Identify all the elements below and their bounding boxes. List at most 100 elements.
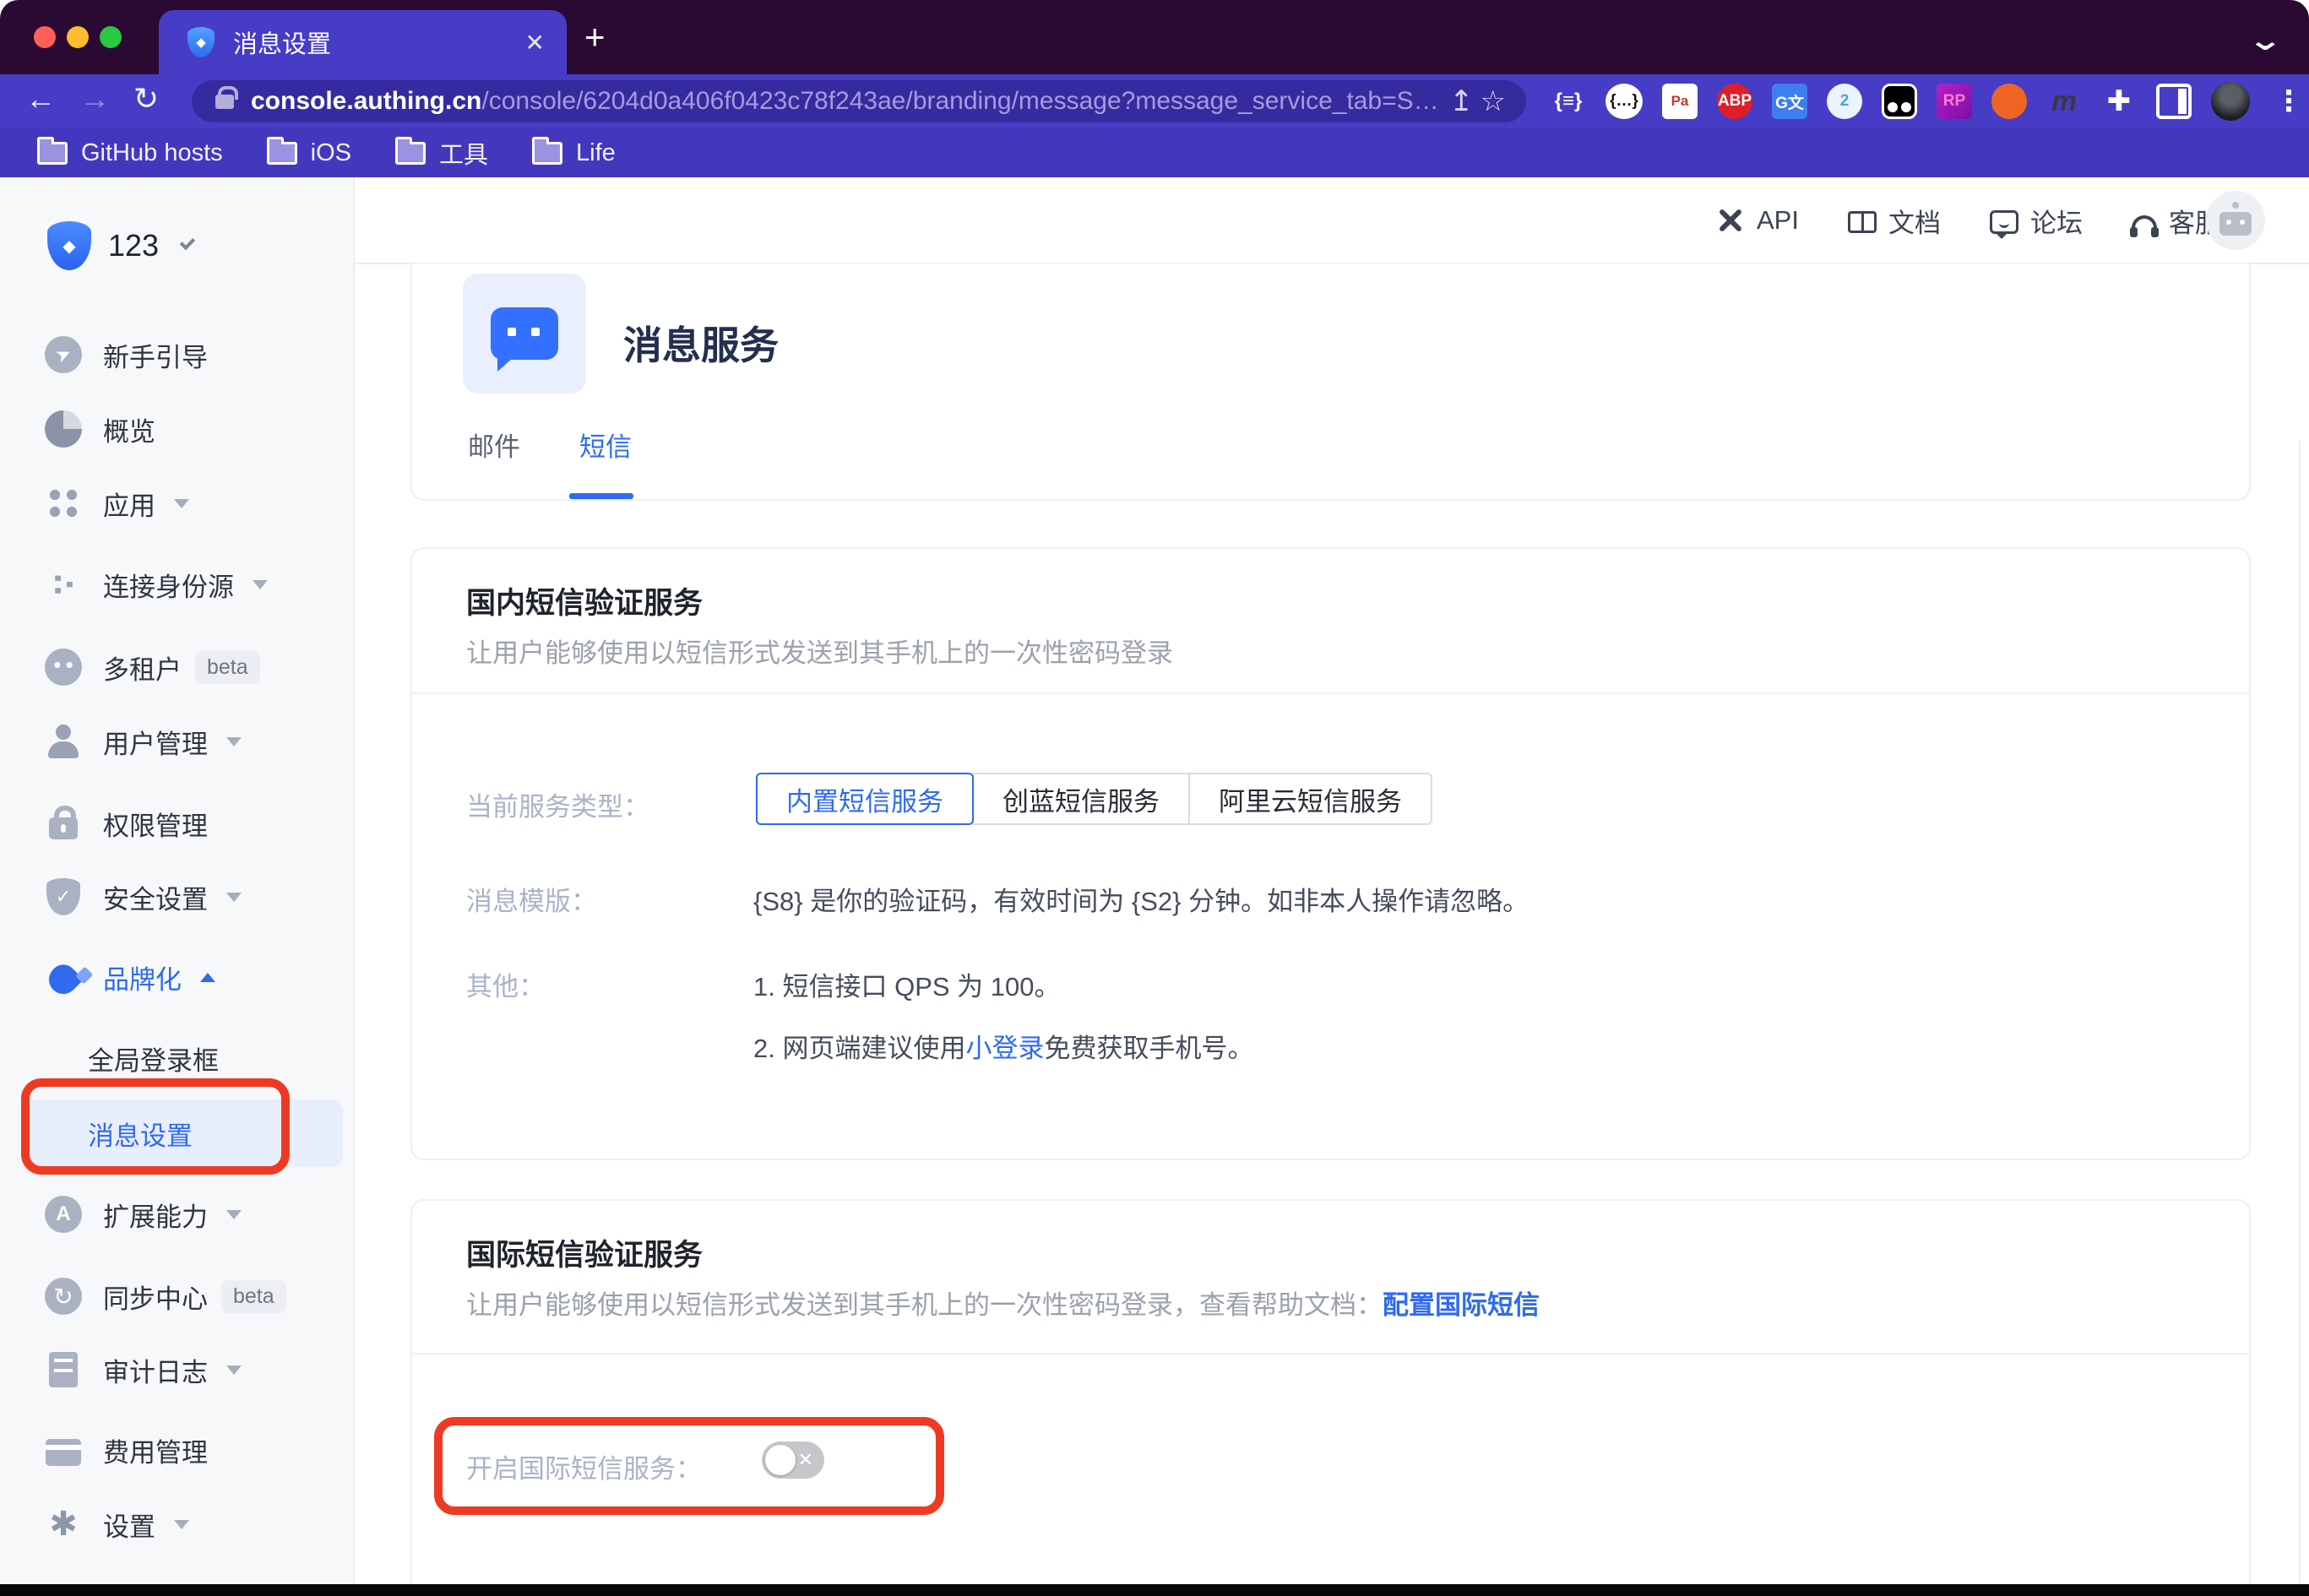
sidebar-item-guide[interactable]: ➤ 新手引导: [0, 329, 355, 380]
international-sms-toggle[interactable]: ✕: [762, 1441, 824, 1479]
page-header-panel: 消息服务 邮件 短信: [410, 263, 2251, 501]
bookmark-folder-ios[interactable]: iOS: [267, 139, 351, 167]
sidebar-item-user-management[interactable]: 用户管理: [0, 716, 355, 767]
url-bar[interactable]: console.authing.cn /console/6204d0a406f0…: [192, 80, 1526, 122]
other-item-qps: 1. 短信接口 QPS 为 100。: [753, 965, 1061, 1003]
workspace-switcher[interactable]: ◆ 123: [47, 221, 194, 270]
sidebar: ◆ 123 ➤ 新手引导 概览 应用 ∴ 连接身份源 多租户 beta: [0, 177, 355, 1584]
authing-favicon-shield-icon: ◆: [187, 27, 215, 57]
shield-check-icon: ✓: [44, 877, 83, 916]
bookmark-folder-tools[interactable]: 工具: [395, 135, 488, 171]
tenants-icon: [44, 648, 83, 687]
docs-link[interactable]: 文档: [1848, 202, 1941, 240]
sidebar-item-extensibility[interactable]: A 扩展能力: [0, 1189, 355, 1240]
extension-dark-reader-icon[interactable]: [1882, 84, 1917, 119]
console-top-nav: API 文档 论坛 客服: [1714, 194, 2221, 247]
browser-tab[interactable]: ◆ 消息设置 ✕: [159, 10, 567, 74]
bookmark-star-icon[interactable]: ☆: [1480, 84, 1506, 118]
international-sms-title: 国际短信验证服务: [466, 1231, 703, 1274]
scrollbar-track[interactable]: [2299, 441, 2301, 1584]
extension-translate-icon[interactable]: G文: [1772, 84, 1807, 119]
chevron-down-icon: [226, 1365, 242, 1375]
sidebar-item-multi-tenant[interactable]: 多租户 beta: [0, 642, 355, 692]
chevron-down-icon: [226, 737, 242, 746]
international-toggle-label: 开启国际短信服务：: [466, 1447, 702, 1485]
robot-icon: [2219, 212, 2252, 236]
sidebar-item-permissions[interactable]: 权限管理: [0, 798, 355, 849]
window-close-button[interactable]: [34, 26, 56, 48]
sync-icon: ↻: [44, 1277, 83, 1316]
service-option-builtin[interactable]: 内置短信服务: [756, 773, 974, 825]
tab-title: 消息设置: [233, 24, 525, 60]
sidebar-item-audit-logs[interactable]: 审计日志: [0, 1344, 355, 1395]
circle-a-icon: A: [44, 1195, 83, 1234]
service-type-label: 当前服务类型：: [466, 785, 649, 823]
configure-international-sms-link[interactable]: 配置国际短信: [1383, 1290, 1540, 1320]
window-zoom-button[interactable]: [100, 26, 122, 48]
extension-braces-icon[interactable]: {…}: [1605, 84, 1643, 119]
chevron-up-icon: [200, 973, 215, 982]
sidebar-item-applications[interactable]: 应用: [0, 478, 355, 529]
lock-icon[interactable]: [215, 95, 234, 109]
extension-rp-icon[interactable]: RP: [1937, 84, 1972, 119]
sidebar-item-billing[interactable]: 费用管理: [0, 1425, 355, 1475]
folder-icon: [267, 142, 297, 165]
extensions-puzzle-icon[interactable]: ✚: [2101, 84, 2137, 119]
browser-tab-strip: ◆ 消息设置 ✕ + ⌄: [0, 0, 2309, 74]
message-tabs: 邮件 短信: [468, 426, 632, 464]
service-option-aliyun[interactable]: 阿里云短信服务: [1188, 773, 1432, 825]
international-sms-subtitle: 让用户能够使用以短信形式发送到其手机上的一次性密码登录，查看帮助文档：配置国际短…: [466, 1284, 1540, 1322]
window-minimize-button[interactable]: [67, 26, 89, 48]
bookmark-folder-github-hosts[interactable]: GitHub hosts: [37, 139, 223, 167]
url-host: console.authing.cn: [251, 87, 481, 116]
forward-button[interactable]: →: [79, 81, 110, 117]
extension-m-icon[interactable]: m: [2046, 84, 2082, 119]
lock-icon: [44, 804, 83, 843]
sidebar-item-global-login-box[interactable]: 全局登录框: [0, 1033, 355, 1083]
assistant-avatar[interactable]: [2206, 191, 2265, 250]
message-bubble-icon: [491, 307, 558, 360]
share-icon[interactable]: ↥: [1449, 84, 1474, 118]
bookmarks-bar: GitHub hosts iOS 工具 Life: [0, 128, 2309, 177]
extension-json-viewer-icon[interactable]: {≡}: [1551, 84, 1586, 119]
new-tab-button[interactable]: +: [584, 20, 606, 54]
sidebar-item-overview[interactable]: 概览: [0, 404, 355, 454]
forum-link[interactable]: 论坛: [1990, 202, 2083, 240]
bookmark-folder-life[interactable]: Life: [532, 139, 616, 167]
beta-badge: beta: [195, 651, 260, 684]
extension-orange-icon[interactable]: [1991, 84, 2027, 119]
active-tab-underline: [569, 493, 633, 499]
domestic-sms-title: 国内短信验证服务: [466, 579, 703, 622]
folder-icon: [395, 142, 426, 165]
sidebar-item-security-settings[interactable]: ✓ 安全设置: [0, 871, 355, 922]
sidebar-item-identity-sources[interactable]: ∴ 连接身份源: [0, 559, 355, 610]
extension-aria2-icon[interactable]: 2: [1827, 84, 1862, 119]
audit-log-icon: [44, 1350, 83, 1389]
sidebar-item-settings[interactable]: ✱ 设置: [0, 1499, 355, 1550]
back-button[interactable]: ←: [25, 81, 56, 117]
sidebar-item-sync-center[interactable]: ↻ 同步中心 beta: [0, 1271, 355, 1322]
browser-menu-icon[interactable]: ⋮: [2274, 84, 2303, 118]
tab-close-icon[interactable]: ✕: [525, 29, 545, 57]
tab-email[interactable]: 邮件: [468, 426, 520, 464]
reload-button[interactable]: ↻: [133, 81, 159, 117]
page-title: 消息服务: [623, 315, 779, 371]
service-type-selector: 内置短信服务 创蓝短信服务 阿里云短信服务: [756, 773, 1432, 825]
template-value: {S8} 是你的验证码，有效时间为 {S2} 分钟。如非本人操作请忽略。: [753, 880, 1529, 918]
sidebar-item-branding[interactable]: 品牌化: [0, 952, 355, 1002]
window-bottom-edge: [0, 1584, 2309, 1596]
side-panel-icon[interactable]: [2156, 84, 2192, 119]
extension-adblock-plus-icon[interactable]: ABP: [1717, 84, 1752, 119]
mini-login-link[interactable]: 小登录: [965, 1034, 1044, 1063]
tab-search-chevron-icon[interactable]: ⌄: [2247, 24, 2284, 57]
extension-password-icon[interactable]: Pa: [1662, 84, 1698, 119]
authing-console: ◆ 123 ➤ 新手引导 概览 应用 ∴ 连接身份源 多租户 beta: [0, 177, 2309, 1584]
api-link[interactable]: API: [1714, 205, 1799, 236]
tab-sms[interactable]: 短信: [579, 426, 632, 464]
browser-profile-avatar[interactable]: [2211, 82, 2250, 121]
sidebar-item-message-settings[interactable]: 消息设置: [0, 1108, 355, 1159]
service-option-chuanglan[interactable]: 创蓝短信服务: [972, 773, 1190, 825]
domestic-sms-subtitle: 让用户能够使用以短信形式发送到其手机上的一次性密码登录: [466, 632, 1173, 670]
tools-icon: [1714, 205, 1745, 236]
folder-icon: [37, 142, 68, 165]
